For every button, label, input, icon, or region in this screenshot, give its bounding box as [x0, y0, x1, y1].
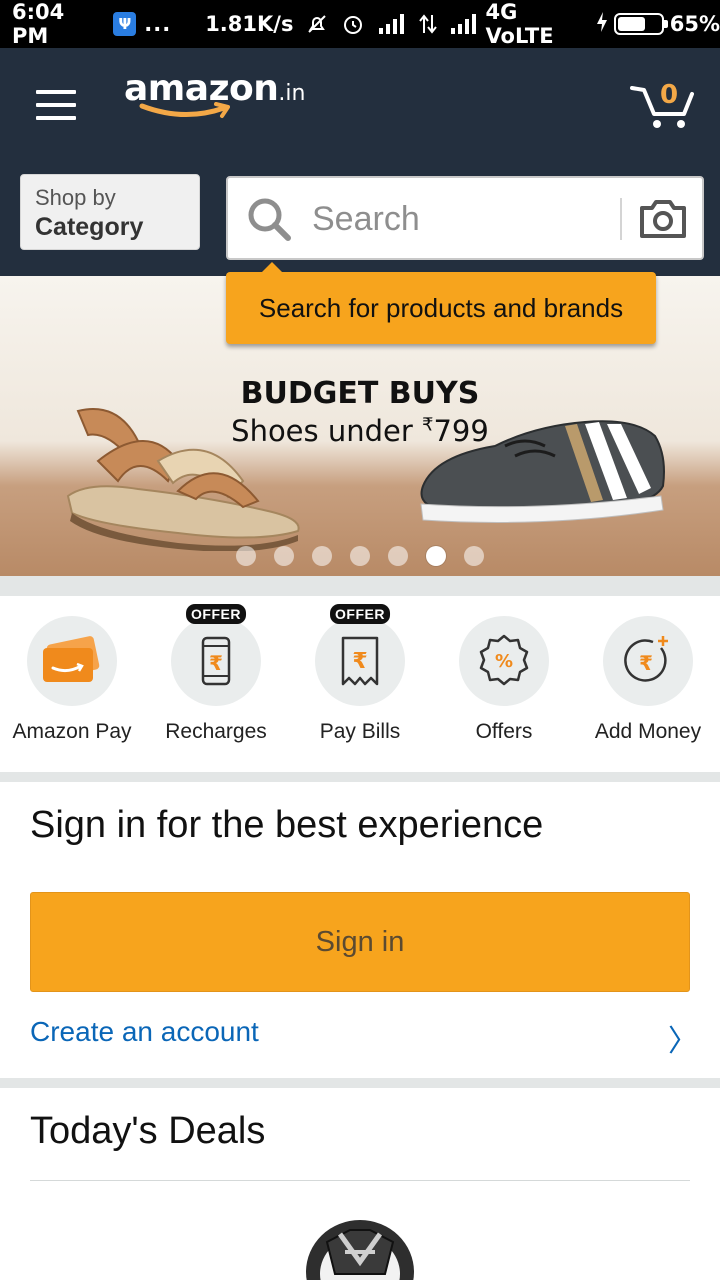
logo-smile-icon [139, 102, 230, 118]
signin-card: Sign in for the best experience Sign in … [0, 782, 720, 1078]
quick-action-label: Offers [475, 720, 533, 743]
chevron-right-icon[interactable]: 〉 [668, 1016, 698, 1060]
battery-icon [613, 13, 668, 35]
quick-action-recharges[interactable]: ₹ OFFER Recharges [144, 604, 288, 744]
quick-action-label: Add Money [594, 720, 702, 743]
signal-strength-icon [377, 13, 407, 35]
carousel-dot[interactable] [312, 546, 332, 566]
sign-in-button[interactable]: Sign in [30, 892, 690, 992]
category-label: Category [35, 213, 144, 241]
status-more-dots: ... [144, 12, 172, 36]
svg-text:₹: ₹ [209, 651, 223, 675]
cart-count: 0 [660, 80, 679, 110]
alarm-icon [341, 12, 365, 36]
section-divider [0, 772, 720, 782]
quick-action-label: Amazon Pay [12, 720, 132, 743]
todays-deals-section: Today's Deals [0, 1088, 720, 1280]
section-divider [0, 576, 720, 596]
carousel-dot[interactable] [464, 546, 484, 566]
quick-action-label: Recharges [165, 720, 267, 743]
banner-subtitle: Shoes under ₹799 [0, 414, 720, 448]
quick-actions: Amazon Pay ₹ OFFER Recharges ₹ OFFER Pay… [0, 596, 720, 772]
menu-icon[interactable] [36, 90, 76, 120]
cart-button[interactable]: 0 [630, 80, 694, 130]
app-header: amazon.in 0 Shop by Category Search [0, 48, 720, 276]
quick-action-label: Pay Bills [319, 720, 401, 743]
carousel-dot[interactable] [388, 546, 408, 566]
carousel-dot[interactable] [350, 546, 370, 566]
data-transfer-icon [419, 13, 438, 35]
add-money-icon: ₹ [624, 636, 668, 682]
svg-text:₹: ₹ [639, 651, 653, 675]
offer-badge: OFFER [330, 604, 390, 624]
quick-action-offers[interactable]: % Offers [432, 616, 576, 744]
signal-strength-2-icon [449, 13, 479, 35]
search-divider [620, 198, 622, 240]
amazon-logo[interactable]: amazon.in [124, 68, 306, 118]
network-speed: 1.81K/s [205, 12, 294, 36]
battery-percent: 65% [669, 12, 720, 36]
quick-action-amazon-pay[interactable]: Amazon Pay [0, 616, 144, 744]
create-account-link[interactable]: Create an account [30, 1016, 259, 1048]
carousel-dot[interactable] [236, 546, 256, 566]
tooltip-text: Search for products and brands [258, 293, 624, 323]
status-bar: 6:04 PM Ψ ... 1.81K/s 4G VoLTE 65% [0, 0, 720, 48]
percent-badge-icon: % [479, 634, 529, 686]
amazon-pay-icon [43, 636, 100, 682]
rupee-symbol: ₹ [422, 414, 434, 436]
bill-receipt-icon: ₹ [341, 636, 379, 686]
deals-divider [30, 1180, 690, 1181]
shop-by-label: Shop by [35, 185, 116, 210]
offer-badge: OFFER [186, 604, 246, 624]
carousel-dot[interactable] [274, 546, 294, 566]
camera-icon[interactable] [638, 198, 688, 240]
network-type: 4G VoLTE [485, 0, 554, 48]
banner-price: 799 [433, 414, 489, 448]
quick-action-pay-bills[interactable]: ₹ OFFER Pay Bills [288, 604, 432, 744]
carousel-dots [0, 546, 720, 566]
mute-bell-icon [305, 12, 329, 36]
search-placeholder: Search [312, 200, 420, 238]
shop-by-category-button[interactable]: Shop by Category [20, 174, 200, 250]
search-icon [248, 198, 291, 241]
banner-subtitle-text: Shoes under [231, 414, 423, 448]
signin-title: Sign in for the best experience [30, 804, 544, 846]
carousel-dot[interactable] [426, 546, 446, 566]
status-time: 6:04 PM [12, 0, 65, 48]
search-tooltip[interactable]: Search for products and brands [226, 262, 656, 344]
section-divider [0, 1078, 720, 1088]
deal-product-image[interactable] [305, 1212, 415, 1280]
deals-title: Today's Deals [30, 1110, 266, 1152]
svg-text:₹: ₹ [352, 649, 367, 674]
charging-icon [596, 11, 608, 38]
banner-title: BUDGET BUYS [240, 376, 480, 411]
usb-icon: Ψ [113, 12, 137, 36]
sign-in-label: Sign in [315, 926, 405, 958]
search-input[interactable]: Search [226, 176, 704, 260]
quick-action-add-money[interactable]: ₹ Add Money [576, 616, 720, 744]
svg-text:%: % [495, 651, 513, 672]
phone-recharge-icon: ₹ [201, 636, 231, 686]
logo-suffix: .in [278, 81, 306, 106]
